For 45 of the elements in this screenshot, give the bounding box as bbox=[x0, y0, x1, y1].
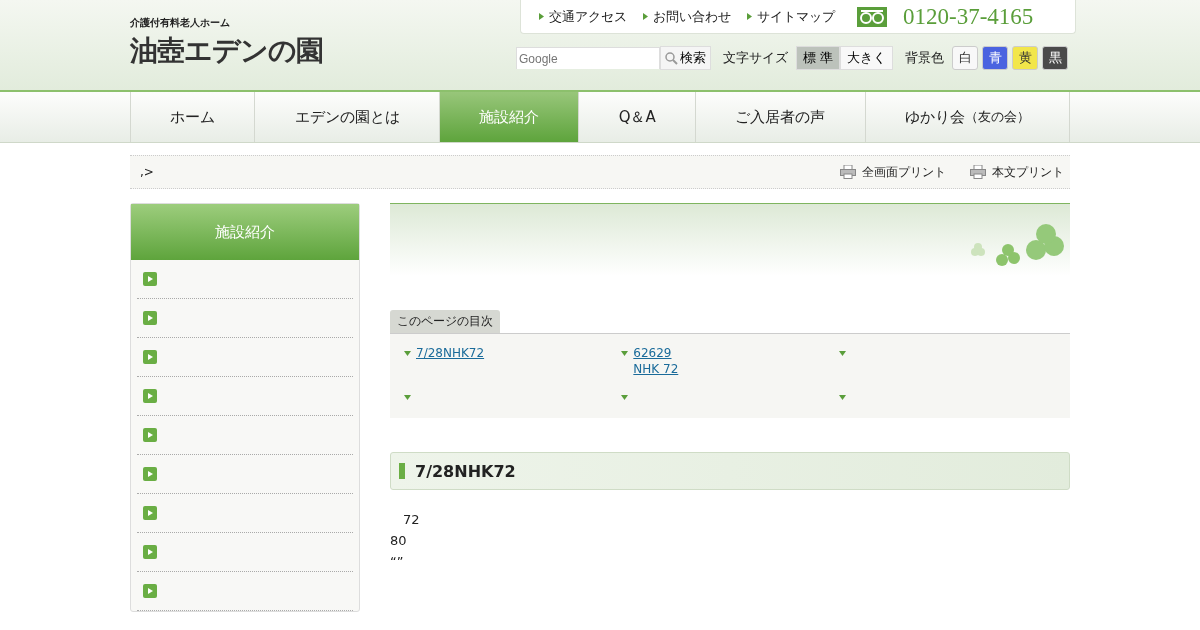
body-text: “” bbox=[390, 554, 405, 569]
background-color-button[interactable]: 白 bbox=[952, 46, 979, 70]
breadcrumb: ,> bbox=[140, 165, 154, 179]
printer-icon bbox=[970, 165, 986, 179]
font-size-button[interactable]: 標 準 bbox=[796, 46, 841, 70]
search-icon bbox=[665, 51, 678, 65]
triangle-icon bbox=[404, 395, 411, 400]
nav-tab[interactable]: ホーム bbox=[130, 92, 255, 142]
font-size-button[interactable]: 大きく bbox=[840, 46, 894, 70]
nav-tab[interactable]: ゆかり会（友の会） bbox=[864, 92, 1070, 142]
background-color-label: 背景色 bbox=[905, 49, 945, 67]
search-field[interactable]: Google bbox=[516, 47, 660, 69]
print-link[interactable]: 全画面プリント bbox=[840, 164, 946, 180]
triangle-icon bbox=[621, 395, 629, 400]
toc-link[interactable]: 62629 bbox=[633, 346, 729, 360]
background-color-button[interactable]: 青 bbox=[982, 46, 1009, 70]
free-dial-icon bbox=[857, 6, 887, 27]
sidebar-title: 施設紹介 bbox=[131, 204, 359, 260]
search-button[interactable]: 検索 bbox=[660, 46, 711, 70]
background-color-button[interactable]: 黄 bbox=[1012, 46, 1039, 70]
section-heading: 7/28NHK72 bbox=[390, 452, 1070, 490]
nav-tab[interactable]: Q＆A bbox=[578, 92, 695, 142]
utility-link[interactable]: 交通アクセス bbox=[539, 7, 627, 26]
triangle-icon bbox=[838, 351, 846, 356]
logo-tagline: 介護付有料老人ホーム bbox=[130, 16, 231, 30]
triangle-icon bbox=[539, 13, 544, 20]
logo-title[interactable]: 油壺エデンの園 bbox=[130, 32, 323, 70]
printer-icon bbox=[840, 165, 856, 179]
utility-link[interactable]: サイトマップ bbox=[747, 7, 835, 26]
utility-link[interactable]: お問い合わせ bbox=[643, 7, 731, 26]
triangle-icon bbox=[621, 351, 629, 356]
triangle-icon bbox=[404, 351, 411, 356]
phone-number: 0120-37-4165 bbox=[903, 3, 1034, 30]
nav-tab[interactable]: ご入居者の声 bbox=[695, 92, 865, 142]
triangle-icon bbox=[838, 395, 846, 400]
toc-link[interactable]: NHK 72 bbox=[633, 362, 729, 376]
triangle-icon bbox=[643, 13, 648, 20]
toc-link[interactable]: 7/28NHK72 bbox=[416, 346, 535, 360]
font-size-label: 文字サイズ bbox=[723, 49, 788, 67]
body-text: 72 bbox=[402, 512, 421, 527]
background-color-button[interactable]: 黒 bbox=[1042, 46, 1069, 70]
triangle-icon bbox=[747, 13, 752, 20]
print-link[interactable]: 本文プリント bbox=[970, 164, 1064, 180]
body-text: 80 bbox=[390, 533, 408, 548]
nav-tab[interactable]: エデンの園とは bbox=[254, 92, 439, 142]
